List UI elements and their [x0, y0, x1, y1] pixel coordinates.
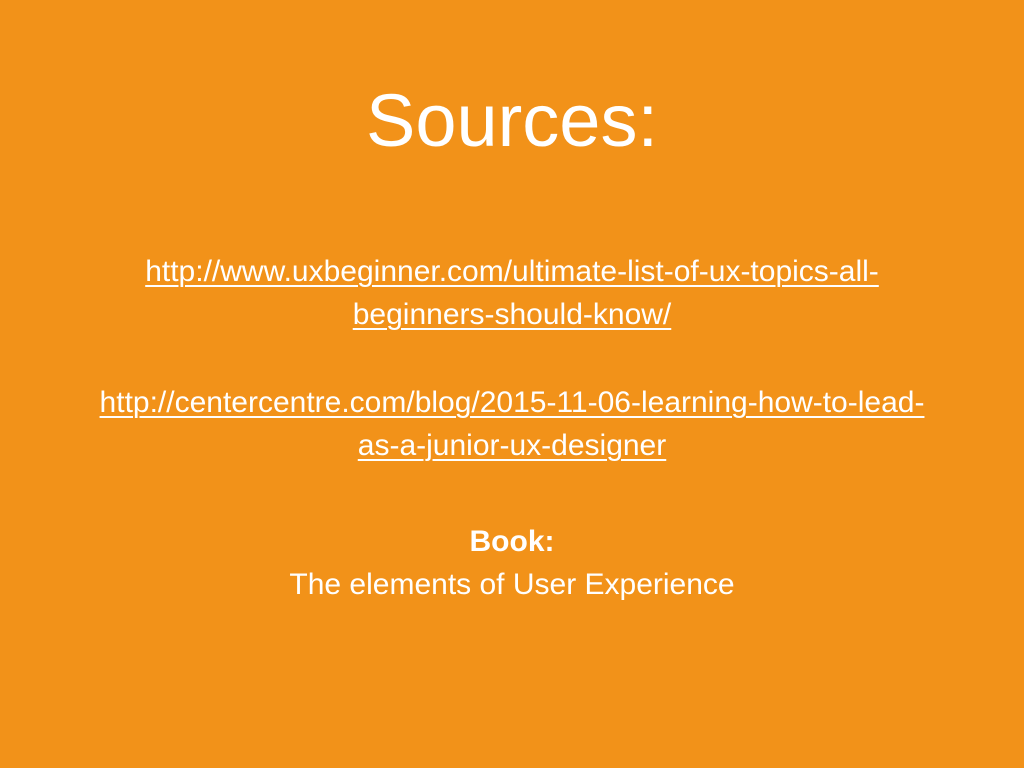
book-reference: Book: The elements of User Experience — [0, 520, 1024, 606]
slide-title: Sources: — [365, 79, 659, 162]
source-link-uxbeginner-anchor[interactable]: http://www.uxbeginner.com/ultimate-list-… — [0, 250, 1024, 336]
source-link-line-2: beginners-should-know/ — [352, 298, 672, 331]
source-link-centercentre: http://centercentre.com/blog/2015-11-06-… — [0, 381, 1024, 467]
slide: Sources: http://www.uxbeginner.com/ultim… — [0, 0, 1024, 768]
source-link-line-1: http://centercentre.com/blog/2015-11-06-… — [99, 386, 925, 419]
book-label: Book: — [469, 525, 555, 558]
source-link-uxbeginner: http://www.uxbeginner.com/ultimate-list-… — [0, 250, 1024, 336]
source-link-line-2: as-a-junior-ux-designer — [357, 429, 667, 462]
source-link-line-1: http://www.uxbeginner.com/ultimate-list-… — [145, 255, 879, 288]
source-link-centercentre-anchor[interactable]: http://centercentre.com/blog/2015-11-06-… — [0, 381, 1024, 467]
book-title: The elements of User Experience — [289, 568, 735, 601]
